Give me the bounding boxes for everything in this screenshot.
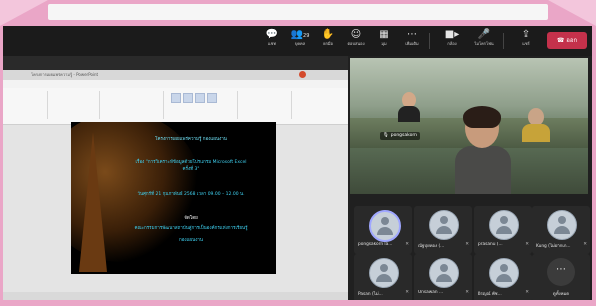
reactions-button[interactable]: ☺ ตอบสนอง (341, 29, 371, 53)
mic-muted-icon: ✕ (405, 242, 409, 247)
mic-muted-icon: ✕ (465, 242, 469, 247)
meeting-toolbar: 💬 แชท 👥29 บุคคล ✋ ยกมือ ☺ ตอบสนอง ▦ มุม … (3, 26, 592, 56)
reactions-icon: ☺ (350, 29, 362, 40)
app-logo-icon (299, 71, 306, 78)
participant-tile[interactable]: ณัฐปุยทอง (... ✕ (414, 206, 472, 254)
frame-banner (48, 4, 548, 20)
ribbon-button[interactable] (207, 93, 217, 103)
ribbon-group (295, 91, 343, 119)
view-all-label: ดูทั้งหมด (552, 292, 570, 297)
more-icon: ⋯ (547, 258, 575, 286)
camera-button[interactable]: ■▸ กล้อง (437, 29, 467, 53)
ribbon-button[interactable] (195, 93, 205, 103)
avatar (547, 210, 577, 240)
frame-bottom (0, 300, 596, 306)
participant-name: prasanu (... (478, 242, 503, 247)
app-title-bar: โครงการเผยแพร่ความรู้ - PowerPoint (3, 70, 348, 80)
slide-department: กองแผนงาน (178, 238, 204, 243)
slide-topic: เรื่อง "การวิเคราะห์ข้อมูลด้วยโปรแกรม Mi… (135, 160, 247, 165)
ribbon-group (51, 91, 100, 119)
participant-name: Pasan (ไม่... (358, 292, 383, 297)
ribbon-group (241, 91, 292, 119)
mic-icon: 🎙 (383, 133, 389, 138)
slide-organizer-label: จัดโดย (184, 216, 198, 221)
participant-tile[interactable]: prasanu (... ✕ (474, 206, 532, 254)
mic-muted-icon: ✕ (525, 242, 529, 247)
slide-topic-session: ครั้งที่ 3" (182, 167, 200, 172)
avatar (489, 210, 519, 240)
chat-icon: 💬 (265, 29, 279, 40)
ribbon-group (7, 91, 48, 119)
avatar (369, 258, 399, 288)
people-button[interactable]: 👥29 บุคคล (285, 29, 315, 53)
chat-button[interactable]: 💬 แชท (257, 29, 287, 53)
people-count: 29 (303, 33, 310, 39)
toolbar-divider (429, 33, 430, 49)
mic-button[interactable]: 🎤 ไมโครโฟน (469, 29, 499, 53)
more-icon: ⋯ (407, 29, 417, 40)
participant-tile[interactable]: ผิรญณ์ พัช... ✕ (474, 254, 532, 300)
mic-muted-icon: ✕ (525, 290, 529, 295)
mic-muted-icon: ✕ (465, 290, 469, 295)
phone-hangup-icon: ☎ (556, 37, 567, 44)
ribbon-group (103, 91, 164, 119)
presentation-slide: โครงการเผยแพร่ความรู้ กองแผนงาน เรื่อง "… (71, 122, 276, 274)
view-button[interactable]: ▦ มุม (369, 29, 399, 53)
meeting-window: 💬 แชท 👥29 บุคคล ✋ ยกมือ ☺ ตอบสนอง ▦ มุม … (3, 26, 592, 300)
participant-name: ผิรญณ์ พัช... (478, 292, 502, 297)
participant-name: Unsawan ... (418, 290, 444, 295)
people-icon: 👥 (290, 29, 304, 40)
eiffel-tower-graphic (79, 132, 107, 272)
slide-date: วันศุกร์ที่ 21 กุมภาพันธ์ 2568 เวลา 09.0… (137, 192, 245, 197)
video-person (398, 92, 420, 122)
participant-name: pongsakorn la... (358, 242, 393, 247)
more-button[interactable]: ⋯ เพิ่มเติม (397, 29, 427, 53)
mic-muted-icon: ✕ (405, 290, 409, 295)
share-button[interactable]: ⇪ แชร์ (511, 29, 541, 53)
participant-tile[interactable]: Kung (ไม่ฝากเก... ✕ (532, 206, 590, 254)
slide-heading: โครงการเผยแพร่ความรู้ กองแผนงาน (155, 137, 227, 142)
app-title: โครงการเผยแพร่ความรู้ - PowerPoint (31, 72, 99, 77)
video-feed[interactable]: 🎙 pongsakorn (350, 58, 588, 194)
camera-icon: ■▸ (444, 29, 460, 40)
video-name-label: 🎙 pongsakorn (380, 132, 420, 140)
raise-hand-button[interactable]: ✋ ยกมือ (313, 29, 343, 53)
share-icon: ⇪ (521, 29, 531, 40)
leave-button[interactable]: ☎ ออก (547, 32, 587, 49)
participant-tile[interactable]: Unsawan ... ✕ (414, 254, 472, 300)
video-person (522, 108, 550, 142)
avatar (369, 210, 401, 242)
avatar (489, 258, 519, 288)
frame-corner-left (0, 0, 48, 26)
participant-tile[interactable]: Pasan (ไม่... ✕ (354, 254, 412, 300)
avatar (429, 210, 459, 240)
slide-organizer: คณะกรรมการพัฒนาสถาบันสู่การเป็นองค์กรแห่… (134, 226, 248, 231)
view-icon: ▦ (379, 29, 389, 40)
avatar (429, 258, 459, 288)
frame-corner-right (548, 0, 596, 26)
video-person-main (455, 106, 511, 194)
ribbon-group (167, 91, 238, 119)
app-status-bar (3, 292, 348, 300)
mic-icon: 🎤 (477, 29, 491, 40)
app-menu-bar (3, 80, 348, 88)
ribbon-button[interactable] (171, 93, 181, 103)
participants-panel: 🎙 pongsakorn pongsakorn la... ✕ ณัฐปุยทอง… (348, 56, 592, 300)
frame-right (592, 26, 596, 306)
view-all-participants-tile[interactable]: ⋯ ดูทั้งหมด (532, 254, 590, 300)
mic-muted-icon: ✕ (583, 242, 587, 247)
participant-name: Kung (ไม่ฝากเก... (536, 244, 571, 249)
participant-name: ณัฐปุยทอง (... (418, 244, 445, 249)
raise-hand-icon: ✋ (321, 29, 335, 40)
ribbon-button[interactable] (183, 93, 193, 103)
participant-tile[interactable]: pongsakorn la... ✕ (354, 206, 412, 254)
app-ribbon (3, 88, 348, 125)
toolbar-divider (503, 33, 504, 49)
